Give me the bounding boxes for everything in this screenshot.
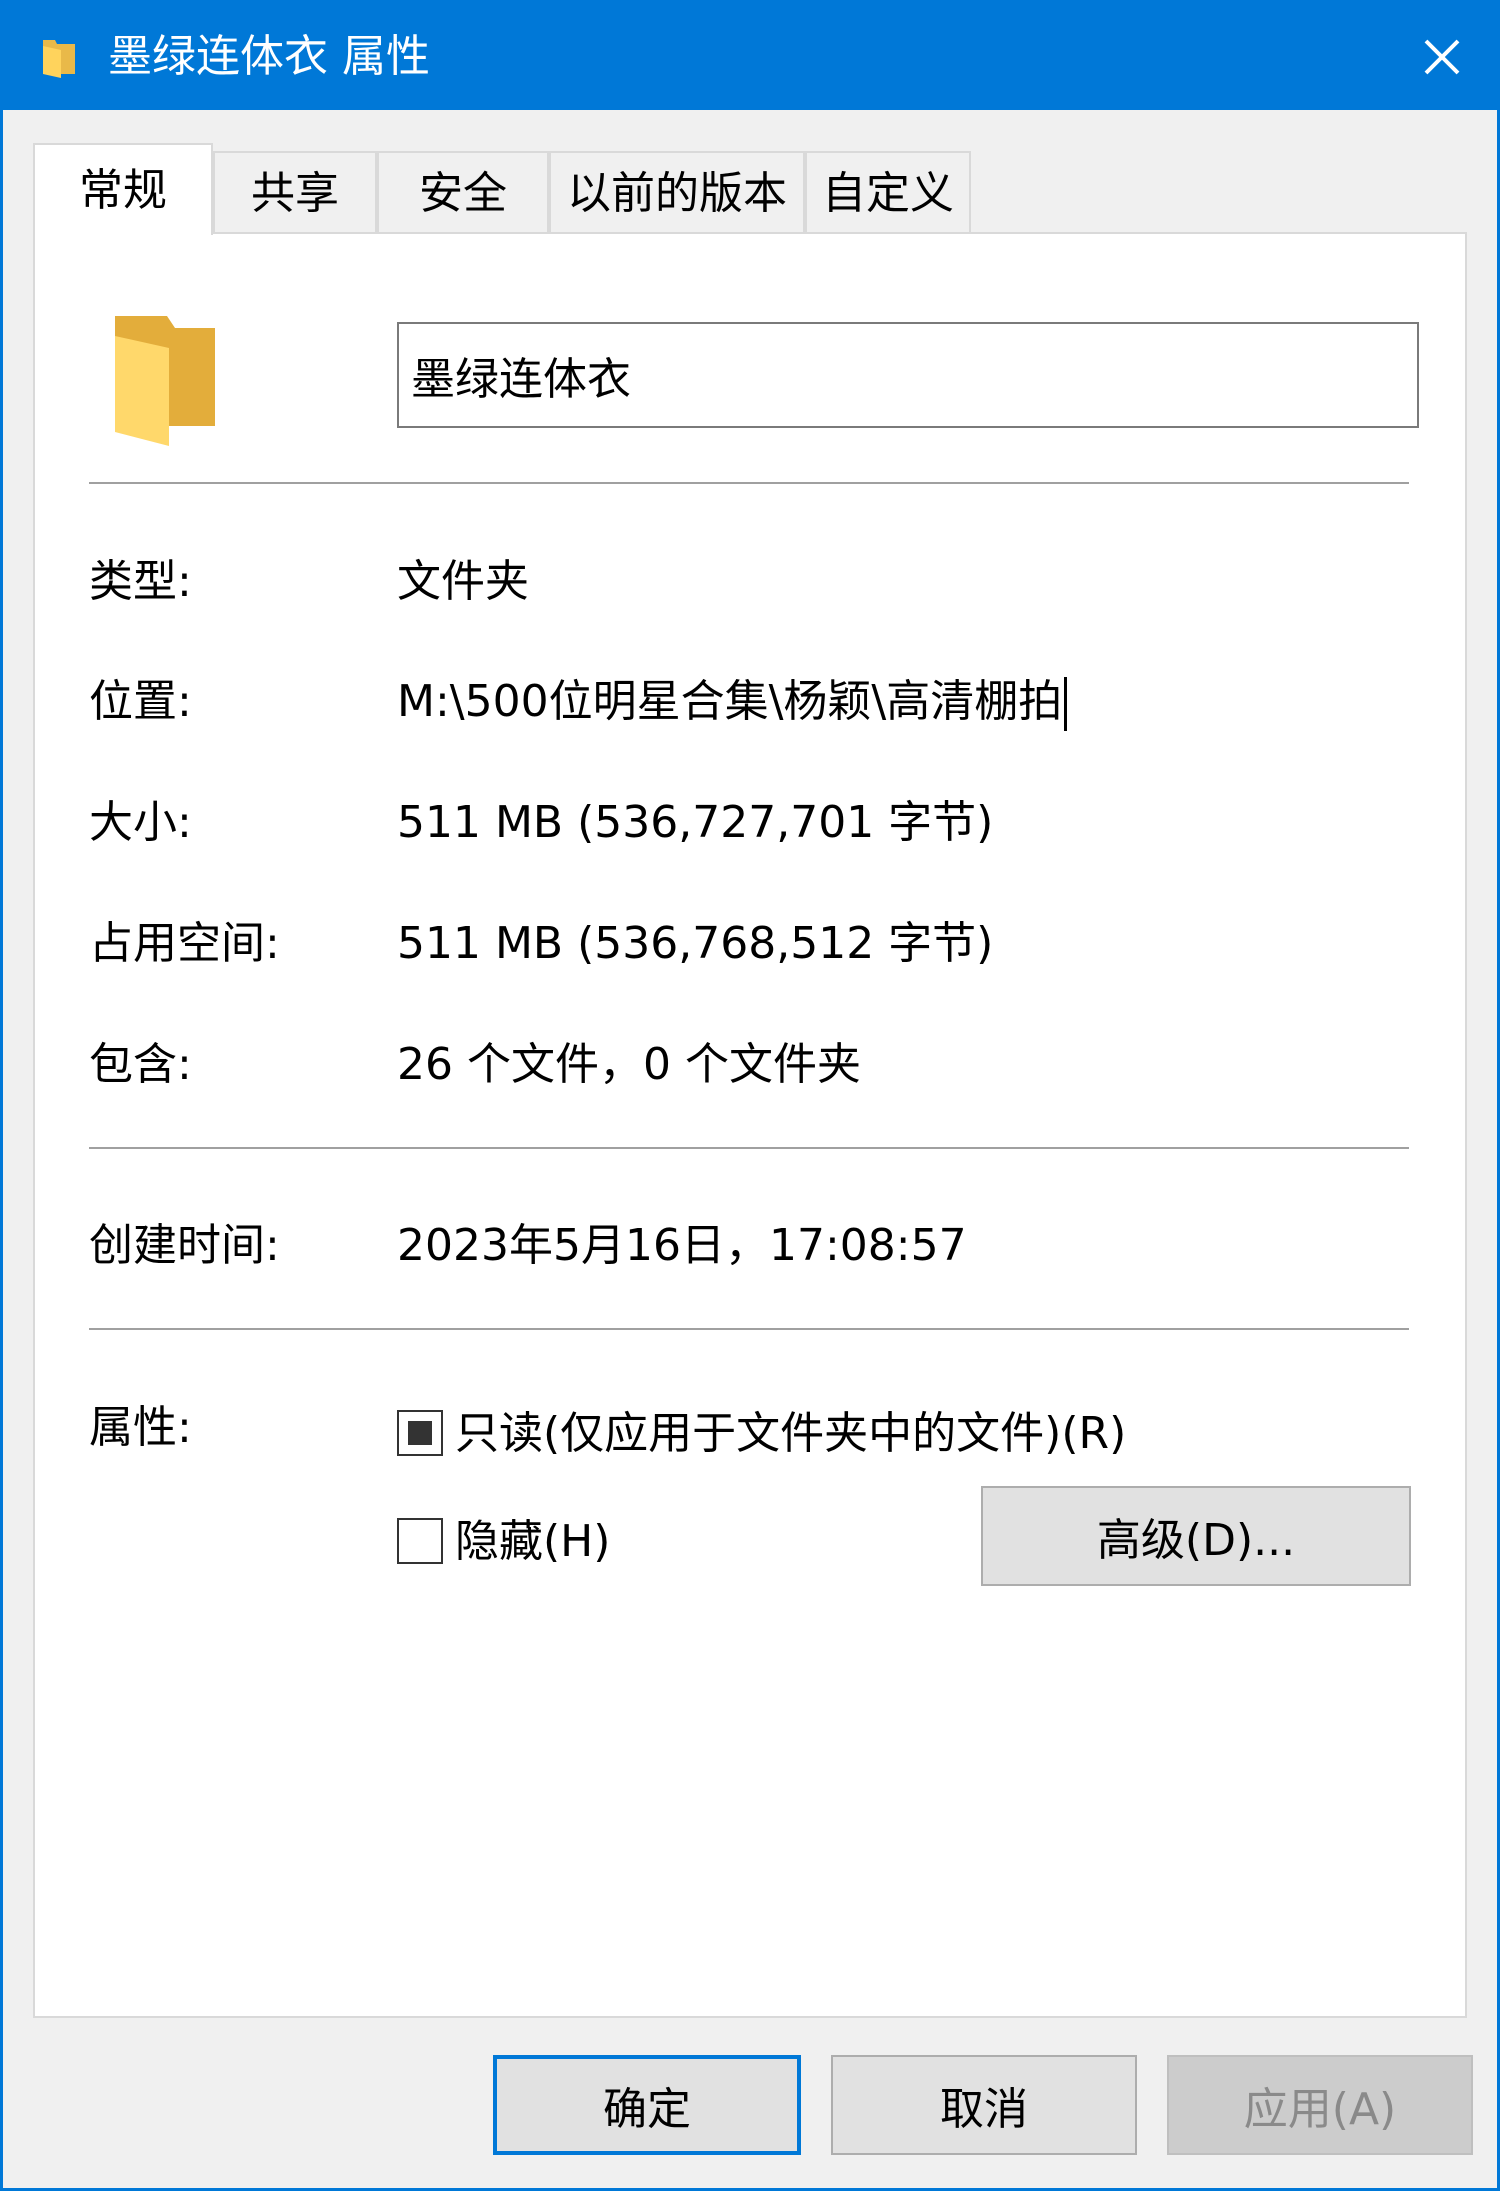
attributes-label: 属性: (89, 1402, 192, 1453)
tab-general[interactable]: 常规 (33, 143, 213, 235)
contains-value: 26 个文件，0 个文件夹 (397, 1039, 861, 1090)
window-title: 墨绿连体衣 属性 (108, 31, 430, 82)
created-value: 2023年5月16日，17:08:57 (397, 1220, 967, 1271)
tab-customize[interactable]: 自定义 (805, 151, 971, 233)
large-folder-icon (115, 316, 215, 446)
folder-name-input[interactable] (397, 322, 1419, 428)
location-value[interactable]: M:\500位明星合集\杨颖\高清棚拍 (397, 676, 1062, 727)
close-icon (1424, 39, 1460, 74)
indeterminate-mark (408, 1421, 432, 1445)
divider (89, 1328, 1409, 1330)
created-label: 创建时间: (89, 1220, 280, 1271)
general-tab-panel: 类型: 文件夹 位置: M:\500位明星合集\杨颖\高清棚拍 大小: 511 … (33, 232, 1467, 2018)
close-button[interactable] (1387, 3, 1497, 110)
size-on-disk-value: 511 MB (536,768,512 字节) (397, 918, 994, 969)
advanced-button[interactable]: 高级(D)... (981, 1486, 1411, 1586)
size-label: 大小: (89, 797, 192, 848)
readonly-label[interactable]: 只读(仅应用于文件夹中的文件)(R) (455, 1406, 1126, 1462)
properties-dialog: 墨绿连体衣 属性 常规 共享 安全 以前的版本 自定义 类型: 文件夹 位置: … (0, 0, 1500, 2191)
readonly-checkbox[interactable] (397, 1410, 443, 1456)
tab-previous-versions[interactable]: 以前的版本 (549, 151, 805, 233)
type-value: 文件夹 (397, 556, 529, 607)
tab-sharing[interactable]: 共享 (213, 151, 377, 233)
type-label: 类型: (89, 556, 192, 607)
folder-icon (43, 40, 75, 78)
title-bar[interactable]: 墨绿连体衣 属性 (3, 3, 1497, 110)
location-label: 位置: (89, 676, 192, 727)
size-value: 511 MB (536,727,701 字节) (397, 797, 994, 848)
hidden-label[interactable]: 隐藏(H) (455, 1514, 610, 1570)
location-value-row[interactable]: M:\500位明星合集\杨颖\高清棚拍 (397, 674, 1068, 731)
hidden-checkbox[interactable] (397, 1518, 443, 1564)
apply-button[interactable]: 应用(A) (1167, 2055, 1473, 2155)
tab-security[interactable]: 安全 (377, 151, 549, 233)
ok-button[interactable]: 确定 (493, 2055, 801, 2155)
size-on-disk-label: 占用空间: (89, 918, 280, 969)
text-cursor (1064, 677, 1068, 731)
divider (89, 482, 1409, 484)
divider (89, 1147, 1409, 1149)
contains-label: 包含: (89, 1039, 192, 1090)
cancel-button[interactable]: 取消 (831, 2055, 1137, 2155)
